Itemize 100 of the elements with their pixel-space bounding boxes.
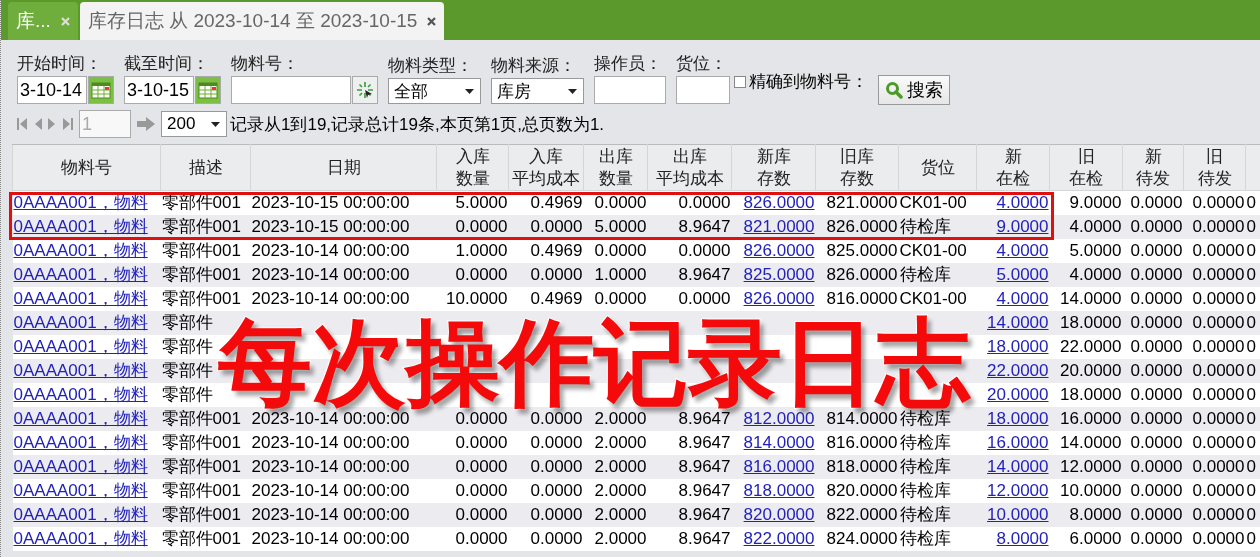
- table-cell: 0: [1246, 409, 1256, 428]
- table-cell: 8.9647: [678, 409, 731, 428]
- table-cell: 10.0000: [1060, 481, 1122, 500]
- table-cell: 0: [1246, 361, 1256, 380]
- table-cell: 零部件001: [161, 265, 241, 284]
- table-cell: 822.0000: [826, 505, 898, 524]
- table-cell: 826.0000: [826, 265, 898, 284]
- input-field[interactable]: [231, 76, 351, 104]
- table-cell: 0.0000: [1192, 529, 1245, 548]
- record-summary: 记录从1到19,记录总计19条,本页第1页,总页数为1.: [230, 113, 605, 136]
- table-cell: 2.0000: [594, 457, 647, 476]
- calendar-button[interactable]: [88, 76, 114, 104]
- table-cell: 2.0000: [594, 409, 647, 428]
- last-page-icon: [62, 118, 73, 130]
- table-cell: 2023-10-14 00:00:00: [251, 457, 410, 476]
- table-cell: 待检库: [899, 433, 951, 452]
- input-field[interactable]: 3-10-14: [17, 76, 87, 104]
- table-cell: 0.0000: [455, 409, 508, 428]
- column-header: 日期: [250, 144, 437, 191]
- table-cell: 0.0000: [530, 433, 583, 452]
- table-cell: 8.9647: [678, 529, 731, 548]
- column-header: 旧 待发: [1183, 144, 1246, 191]
- table-cell: 1.0000: [455, 241, 508, 260]
- table-cell: 0.0000: [1192, 289, 1245, 308]
- table-cell: 0.0000: [530, 457, 583, 476]
- column-header: 货位: [898, 144, 977, 191]
- table-cell: 8.9647: [678, 217, 731, 236]
- close-icon: [60, 16, 70, 26]
- input-field[interactable]: [594, 76, 666, 104]
- table-cell: 0.0000: [1130, 361, 1183, 380]
- table-cell: 0.0000: [1130, 433, 1183, 452]
- table-cell: 零部件001: [161, 481, 241, 500]
- table-cell: 20.0000: [1060, 361, 1122, 380]
- table-cell: 0: [1246, 313, 1256, 332]
- column-header: 入库 数量: [436, 144, 509, 191]
- table-cell: CK01-00: [899, 193, 967, 212]
- table-cell: 0: [1246, 385, 1256, 404]
- table-cell: 2.0000: [594, 529, 647, 548]
- table-cell: 0.0000: [530, 505, 583, 524]
- table-cell: 8.0000: [1069, 505, 1122, 524]
- calendar-button[interactable]: [195, 76, 221, 104]
- table-cell: 0.0000: [455, 457, 508, 476]
- column-header: 出库 数量: [583, 144, 648, 191]
- table-cell: 8.9647: [678, 433, 731, 452]
- table-cell: 820.0000: [826, 481, 898, 500]
- column-header: 出库 平均成本: [647, 144, 732, 191]
- search-button[interactable]: 搜索: [878, 75, 950, 105]
- column-header: 入库 平均成本: [508, 144, 584, 191]
- table-cell: 8.9647: [678, 505, 731, 524]
- table-cell: 816.0000: [826, 433, 898, 452]
- table-cell: 零部件001: [161, 433, 241, 452]
- column-header: 新 待发: [1122, 144, 1184, 191]
- table-cell: 8.9647: [678, 265, 731, 284]
- table-cell: 0.0000: [455, 433, 508, 452]
- dropdown[interactable]: 全部: [388, 78, 481, 104]
- table-cell: 0.0000: [1130, 505, 1183, 524]
- table-cell: 零部件001: [161, 529, 241, 548]
- table-cell: 0.0000: [1192, 505, 1245, 524]
- table-cell: 2023-10-15 00:00:00: [251, 217, 410, 236]
- table-cell: 0.0000: [455, 529, 508, 548]
- table-cell: 0.0000: [1192, 481, 1245, 500]
- table-cell: 0.0000: [1130, 457, 1183, 476]
- picker-button[interactable]: [352, 76, 378, 104]
- table-cell: 0.0000: [678, 193, 731, 212]
- table-cell: 0.0000: [1130, 337, 1183, 356]
- page-size-dropdown[interactable]: 200: [161, 111, 227, 137]
- table-cell: 14.0000: [1060, 289, 1122, 308]
- table-cell: 0.0000: [455, 505, 508, 524]
- table-cell: 待检库: [899, 409, 951, 428]
- table-cell: 6.0000: [1069, 529, 1122, 548]
- table-cell: 0: [1246, 481, 1256, 500]
- field-label: 货位：: [676, 54, 728, 74]
- calendar-icon: [91, 81, 111, 99]
- table-cell: 待检库: [899, 217, 951, 236]
- field-label: 操作员：: [594, 54, 663, 74]
- field-label: 物料类型：: [388, 56, 474, 76]
- table-cell: 0.0000: [1130, 481, 1183, 500]
- field-label: 截至时间：: [124, 54, 210, 74]
- table-cell: 18.0000: [1060, 313, 1122, 332]
- table-cell: 2.0000: [594, 505, 647, 524]
- checkbox[interactable]: [734, 75, 746, 88]
- input-field[interactable]: [676, 76, 730, 104]
- input-field[interactable]: 3-10-15: [124, 76, 194, 104]
- table-cell: 0: [1246, 289, 1256, 308]
- table-cell: 0.0000: [1192, 433, 1245, 452]
- table-cell: 0.0000: [594, 289, 647, 308]
- table-cell: 10.0000: [446, 289, 508, 308]
- tab[interactable]: 库存日志 从 2023-10-14 至 2023-10-15: [79, 2, 445, 40]
- table-cell: 2023-10-14 00:00:00: [251, 265, 410, 284]
- table-cell: 零部件001: [161, 193, 241, 212]
- table-cell: 0: [1246, 505, 1256, 524]
- table-cell: 0.0000: [530, 481, 583, 500]
- table-cell: 零部件: [161, 313, 213, 332]
- column-header: 新库 存数: [731, 144, 816, 191]
- table-cell: 0: [1246, 265, 1256, 284]
- previous-page-icon: [34, 118, 42, 130]
- dropdown[interactable]: 库房: [491, 78, 584, 104]
- table-cell: 2023-10-14 00:00:00: [251, 433, 410, 452]
- table-cell: 0: [1246, 337, 1256, 356]
- table-cell: 0.0000: [1192, 265, 1245, 284]
